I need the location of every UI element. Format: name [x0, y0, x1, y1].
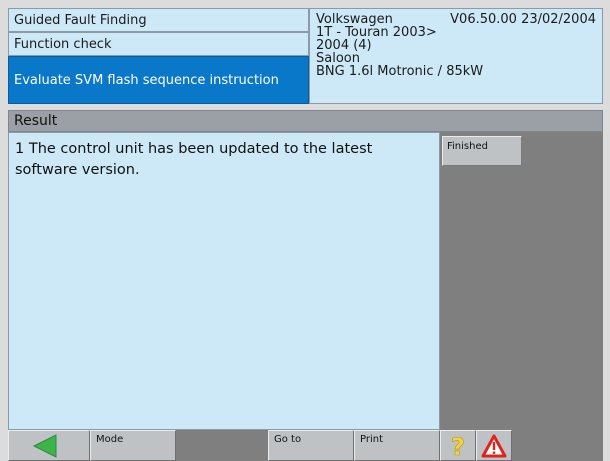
result-message: 1 The control unit has been updated to t…	[15, 141, 373, 178]
path-level-3-selected[interactable]: Evaluate SVM flash sequence instruction	[8, 56, 309, 104]
path-level-1-label: Guided Fault Finding	[14, 12, 147, 28]
warning-button[interactable]	[476, 430, 512, 461]
path-level-3-label: Evaluate SVM flash sequence instruction	[14, 72, 279, 88]
svg-text:?: ?	[451, 433, 465, 459]
bottom-toolbar: Mode Go to Print ?	[8, 430, 603, 461]
finished-button-label: Finished	[447, 141, 488, 152]
print-button-label: Print	[360, 434, 384, 445]
result-label: Result	[14, 113, 58, 129]
path-level-2[interactable]: Function check	[8, 32, 309, 56]
finished-button[interactable]: Finished	[442, 136, 522, 166]
warning-triangle-icon	[477, 431, 511, 460]
mode-button[interactable]: Mode	[90, 430, 176, 461]
result-bar: Result	[8, 110, 603, 132]
navigation-path-panel: Guided Fault Finding Function check Eval…	[8, 8, 309, 104]
back-arrow-icon	[9, 431, 89, 460]
help-button[interactable]: ?	[440, 430, 476, 461]
result-text-area: 1 The control unit has been updated to t…	[8, 132, 440, 430]
mode-button-label: Mode	[96, 434, 124, 445]
vehicle-info-panel: Volkswagen V06.50.00 23/02/2004 1T - Tou…	[309, 8, 603, 104]
side-button-panel	[440, 132, 603, 430]
toolbar-empty-slot-right	[512, 430, 603, 461]
path-level-1[interactable]: Guided Fault Finding	[8, 8, 309, 32]
goto-button[interactable]: Go to	[268, 430, 354, 461]
screen: Guided Fault Finding Function check Eval…	[0, 0, 610, 461]
goto-button-label: Go to	[274, 434, 302, 445]
vehicle-engine: BNG 1.6l Motronic / 85kW	[316, 64, 484, 79]
print-button[interactable]: Print	[354, 430, 440, 461]
software-version: V06.50.00 23/02/2004	[450, 12, 596, 27]
path-level-2-label: Function check	[14, 36, 112, 52]
back-button[interactable]	[8, 430, 90, 461]
toolbar-empty-slot	[176, 430, 268, 461]
help-question-icon: ?	[441, 431, 475, 460]
